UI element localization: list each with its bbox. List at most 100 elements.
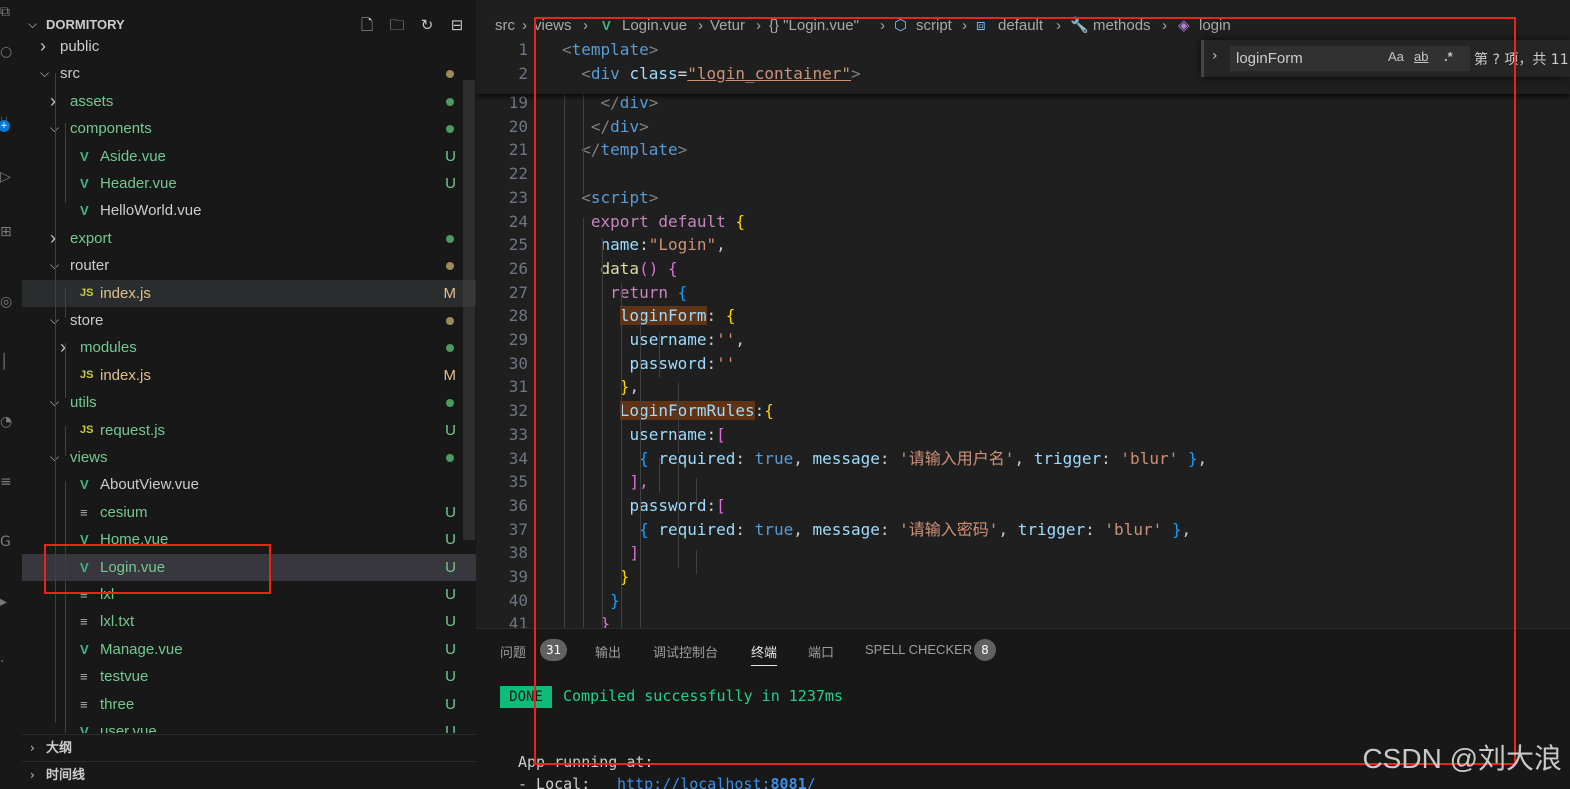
- whole-word-toggle[interactable]: ab: [1414, 49, 1428, 64]
- tab-ports[interactable]: 端口: [808, 642, 834, 661]
- tree-file[interactable]: V HelloWorld.vue: [22, 197, 476, 224]
- code-token: trigger: [1017, 519, 1086, 539]
- breadcrumb-src[interactable]: src: [495, 12, 515, 40]
- line-number: 25: [508, 235, 528, 255]
- tree-file[interactable]: V Header.vue U: [22, 170, 476, 197]
- chevron-down-icon: ⌵: [50, 389, 62, 416]
- tree-file[interactable]: V Aside.vue U: [22, 143, 476, 170]
- breadcrumb-views[interactable]: views: [534, 12, 572, 40]
- tree-file[interactable]: V Manage.vue U: [22, 636, 476, 663]
- explorer-sidebar: ⌵ DORMITORY 🗋 🗀 ↻ ⊟ ›public⌵src›assets⌵c…: [22, 0, 476, 789]
- timeline-icon[interactable]: ◔: [0, 410, 22, 434]
- code-token: loginForm: [619, 306, 707, 326]
- code-token: true: [754, 448, 794, 468]
- editor-area: src › views › V Login.vue › Vetur › {} "…: [476, 0, 1570, 789]
- new-file-icon[interactable]: 🗋: [357, 15, 377, 35]
- tree-file[interactable]: ≡ testvue U: [22, 663, 476, 690]
- match-case-toggle[interactable]: Aa: [1388, 49, 1404, 64]
- chevron-right-icon[interactable]: ›: [1212, 48, 1218, 64]
- breadcrumb-module[interactable]: {} "Login.vue": [769, 12, 859, 40]
- breadcrumb-login[interactable]: login: [1199, 12, 1231, 40]
- remote-icon[interactable]: ◎: [0, 290, 22, 314]
- tab-terminal[interactable]: 终端: [751, 642, 778, 666]
- code-editor[interactable]: 19 </div> 20 </div> 21 </template> 22 23 <sc…: [476, 38, 1570, 628]
- line-number: 41: [508, 614, 528, 628]
- breadcrumb-default[interactable]: default: [998, 12, 1043, 40]
- testing-icon[interactable]: │: [0, 350, 22, 374]
- line-number: 33: [508, 424, 528, 444]
- tree-file[interactable]: ≡ three U: [22, 691, 476, 718]
- tree-folder[interactable]: ⌵ components: [22, 115, 476, 142]
- tree-file[interactable]: JS index.js M: [22, 362, 476, 389]
- breadcrumb-vetur[interactable]: Vetur: [710, 12, 745, 40]
- tree-folder[interactable]: ⌵ views: [22, 444, 476, 471]
- tree-folder[interactable]: ⌵ router: [22, 252, 476, 279]
- tree-item-label: modules: [80, 339, 137, 357]
- tab-spell-checker[interactable]: SPELL CHECKER: [865, 642, 972, 657]
- terminal-compiled-message: Compiled successfully in 1237ms: [563, 687, 843, 705]
- tree-file[interactable]: ≡ lxl U: [22, 581, 476, 608]
- new-folder-icon[interactable]: 🗀: [387, 15, 407, 35]
- breadcrumb-script[interactable]: script: [916, 12, 952, 40]
- outline-section[interactable]: › 大纲: [22, 734, 476, 761]
- text-file-icon: ≡: [80, 587, 88, 602]
- line-number: 40: [508, 590, 528, 610]
- tree-file[interactable]: ≡ lxl.txt U: [22, 608, 476, 635]
- breadcrumb-file[interactable]: Login.vue: [622, 12, 687, 40]
- tree-file[interactable]: V Home.vue U: [22, 526, 476, 553]
- code-token: trigger: [1033, 448, 1102, 468]
- tree-folder[interactable]: ⌵ src: [22, 60, 476, 87]
- tree-file[interactable]: ≡ cesium U: [22, 499, 476, 526]
- tree-item-label: Aside.vue: [100, 147, 166, 165]
- code-line: }: [619, 567, 630, 586]
- tab-problems[interactable]: 问题: [500, 642, 526, 661]
- code-token: '': [716, 330, 736, 349]
- line-number: 36: [508, 495, 528, 515]
- chevron-right-icon: ›: [30, 741, 35, 755]
- collapse-all-icon[interactable]: ⊟: [447, 15, 467, 35]
- terminal-local-url[interactable]: http://localhost:8081/: [617, 775, 816, 789]
- deploy-icon[interactable]: ▸: [0, 590, 22, 614]
- line-number: 30: [508, 353, 528, 373]
- line-number: 27: [508, 282, 528, 302]
- tree-file[interactable]: Vuser.vue U: [22, 718, 476, 733]
- explorer-icon[interactable]: ⧉: [0, 0, 22, 24]
- tab-debug-console[interactable]: 调试控制台: [653, 642, 718, 661]
- refresh-icon[interactable]: ↻: [417, 15, 437, 35]
- tree-file[interactable]: V AboutView.vue: [22, 471, 476, 498]
- chevron-down-icon[interactable]: ⌵: [28, 17, 37, 32]
- run-debug-icon[interactable]: ▷: [0, 165, 22, 189]
- tree-folder[interactable]: › modules: [22, 334, 476, 361]
- tree-item-label: Login.vue: [100, 558, 166, 576]
- code-line: return {: [610, 282, 688, 302]
- tree-folder[interactable]: › export: [22, 225, 476, 252]
- tree-folder[interactable]: › public: [22, 33, 476, 60]
- find-input[interactable]: [1230, 46, 1470, 71]
- code-token: template: [600, 140, 678, 160]
- regex-toggle[interactable]: .*: [1444, 49, 1453, 64]
- tree-item-label: request.js: [100, 421, 166, 439]
- tab-output[interactable]: 输出: [595, 642, 621, 661]
- git-status-badge: U: [445, 668, 456, 686]
- extensions-icon[interactable]: ⊞: [0, 220, 22, 244]
- breadcrumb-methods[interactable]: methods: [1093, 12, 1151, 40]
- code-line: username:'',: [629, 330, 746, 349]
- tree-file[interactable]: JS request.js U: [22, 417, 476, 444]
- tree-file[interactable]: JS index.js M: [22, 279, 476, 307]
- vue-file-icon: V: [80, 532, 89, 548]
- tree-folder[interactable]: ⌵ store: [22, 307, 476, 334]
- timeline-section[interactable]: › 时间线: [22, 761, 476, 788]
- bookmarks-icon[interactable]: ≡: [0, 470, 22, 494]
- git-status-dot: [446, 317, 454, 325]
- code-token: message: [812, 519, 880, 539]
- sidebar-scrollbar[interactable]: [463, 80, 475, 540]
- chevron-down-icon: ⌵: [50, 307, 62, 334]
- tree-file[interactable]: V Login.vue U: [22, 553, 476, 581]
- git-graph-icon[interactable]: G: [0, 530, 22, 554]
- indent-guide: [65, 481, 66, 733]
- more-icon[interactable]: ·: [0, 650, 22, 674]
- tree-folder[interactable]: ⌵ utils: [22, 389, 476, 416]
- tree-folder[interactable]: › assets: [22, 88, 476, 115]
- code-token: div: [619, 93, 649, 112]
- search-icon[interactable]: ○: [0, 40, 22, 64]
